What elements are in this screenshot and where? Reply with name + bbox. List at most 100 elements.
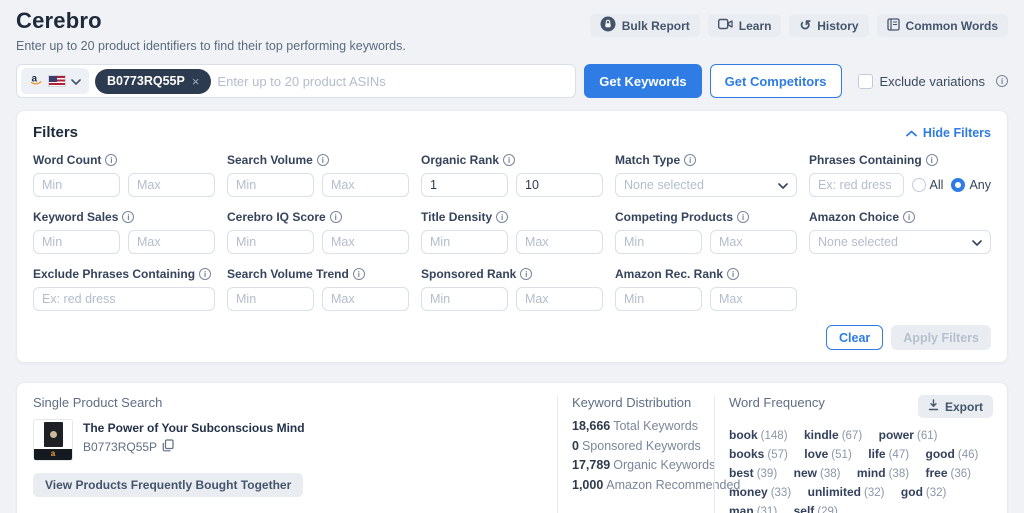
exclude-variations-control[interactable]: Exclude variations [858, 74, 1009, 89]
apply-filters-button[interactable]: Apply Filters [891, 325, 991, 350]
filter-match-type: Match Type None selected [615, 153, 797, 197]
sponsored-rank-min-input[interactable] [421, 287, 508, 311]
keyword-distribution-item: 1,000Amazon Recommended [572, 478, 712, 492]
organic-rank-max-input[interactable] [516, 173, 603, 197]
info-icon[interactable] [105, 154, 117, 166]
word-frequency-title: Word Frequency [729, 395, 825, 410]
match-type-dropdown[interactable]: None selected [615, 173, 797, 197]
view-fbt-button[interactable]: View Products Frequently Bought Together [33, 473, 303, 497]
info-icon[interactable] [317, 154, 329, 166]
info-icon[interactable] [503, 154, 515, 166]
copy-icon[interactable] [162, 439, 174, 455]
info-icon[interactable] [903, 211, 915, 223]
hide-filters-link[interactable]: Hide Filters [906, 126, 991, 140]
amazon-rec-max-input[interactable] [710, 287, 797, 311]
filter-grid: Word Count Search Volume Organic Rank [33, 153, 991, 311]
word-frequency-section: Word Frequency Export book148 kindle67 p… [714, 395, 1007, 513]
phrases-containing-radios: All Any [912, 178, 991, 192]
info-icon[interactable] [496, 211, 508, 223]
common-words-button[interactable]: Common Words [877, 14, 1008, 37]
word-frequency-item: new38 [794, 464, 841, 483]
keyword-distribution-item: 18,666Total Keywords [572, 419, 712, 433]
filter-title-density: Title Density [421, 210, 603, 254]
remove-asin-icon[interactable] [192, 75, 200, 88]
exclude-phrases-input[interactable] [33, 287, 215, 311]
bulk-report-button[interactable]: Bulk Report [590, 14, 700, 37]
competing-products-min-input[interactable] [615, 230, 702, 254]
word-count-max-input[interactable] [128, 173, 215, 197]
filter-exclude-phrases: Exclude Phrases Containing [33, 267, 215, 311]
info-icon[interactable] [926, 154, 938, 166]
get-keywords-button[interactable]: Get Keywords [584, 64, 701, 98]
filter-search-volume-trend: Search Volume Trend [227, 267, 409, 311]
word-frequency-item: book148 [729, 426, 788, 445]
chevron-down-icon [71, 72, 81, 90]
title-block: Cerebro Enter up to 20 product identifie… [16, 8, 406, 53]
info-icon[interactable] [330, 211, 342, 223]
product-title: The Power of Your Subconscious Mind [83, 421, 305, 435]
cerebro-page: Cerebro Enter up to 20 product identifie… [0, 0, 1024, 513]
history-icon: ↺ [799, 18, 811, 32]
svt-min-input[interactable] [227, 287, 314, 311]
search-volume-max-input[interactable] [322, 173, 409, 197]
exclude-variations-checkbox[interactable] [858, 74, 873, 89]
word-frequency-export-button[interactable]: Export [918, 395, 993, 418]
filter-phrases-containing: Phrases Containing All Any [809, 153, 991, 197]
product-thumbnail: a [33, 419, 73, 461]
history-button[interactable]: ↺ History [789, 14, 868, 37]
word-frequency-list: book148 kindle67 power61 books57 love51 … [729, 426, 993, 513]
info-icon[interactable] [996, 75, 1008, 87]
asin-tag[interactable]: B0773RQ55P [95, 69, 211, 94]
title-density-min-input[interactable] [421, 230, 508, 254]
keyword-distribution-title: Keyword Distribution [572, 395, 712, 410]
video-icon [718, 18, 733, 33]
filter-amazon-rec-rank: Amazon Rec. Rank [615, 267, 797, 311]
word-frequency-item: money33 [729, 483, 791, 502]
keyword-sales-max-input[interactable] [128, 230, 215, 254]
filters-panel: Filters Hide Filters Word Count Search V… [16, 110, 1008, 363]
organic-rank-min-input[interactable] [421, 173, 508, 197]
marketplace-selector[interactable]: a [21, 68, 89, 94]
single-product-search-section: Single Product Search a The Power of You… [17, 395, 557, 513]
get-competitors-button[interactable]: Get Competitors [710, 64, 842, 98]
word-frequency-item: mind38 [857, 464, 909, 483]
svt-max-input[interactable] [322, 287, 409, 311]
info-icon[interactable] [520, 268, 532, 280]
sponsored-rank-max-input[interactable] [516, 287, 603, 311]
header-actions: Bulk Report Learn ↺ History Common Words [590, 14, 1008, 37]
filter-sponsored-rank: Sponsored Rank [421, 267, 603, 311]
filter-keyword-sales: Keyword Sales [33, 210, 215, 254]
info-icon[interactable] [122, 211, 134, 223]
keyword-distribution-list: 18,666Total Keywords 0Sponsored Keywords… [572, 419, 712, 492]
cerebro-iq-min-input[interactable] [227, 230, 314, 254]
keyword-sales-min-input[interactable] [33, 230, 120, 254]
info-icon[interactable] [684, 154, 696, 166]
page-subtitle: Enter up to 20 product identifiers to fi… [16, 39, 406, 53]
title-density-max-input[interactable] [516, 230, 603, 254]
competing-products-max-input[interactable] [710, 230, 797, 254]
clear-button[interactable]: Clear [826, 325, 883, 350]
filters-title: Filters [33, 124, 78, 141]
product-row: a The Power of Your Subconscious Mind B0… [33, 419, 541, 461]
phrases-containing-input[interactable] [809, 173, 904, 197]
filters-footer: Clear Apply Filters [33, 325, 991, 350]
amazon-choice-dropdown[interactable]: None selected [809, 230, 991, 254]
info-icon[interactable] [727, 268, 739, 280]
cerebro-iq-max-input[interactable] [322, 230, 409, 254]
amazon-logo-icon: a [29, 72, 43, 91]
info-icon[interactable] [353, 268, 365, 280]
results-summary-card: Single Product Search a The Power of You… [16, 382, 1008, 513]
amazon-logo-icon: a [34, 449, 72, 460]
radio-any[interactable]: Any [951, 178, 991, 192]
chevron-down-icon [778, 176, 788, 194]
info-icon[interactable] [737, 211, 749, 223]
info-icon[interactable] [199, 268, 211, 280]
word-frequency-item: good46 [926, 445, 979, 464]
learn-button[interactable]: Learn [708, 14, 782, 37]
word-count-min-input[interactable] [33, 173, 120, 197]
amazon-rec-min-input[interactable] [615, 287, 702, 311]
search-volume-min-input[interactable] [227, 173, 314, 197]
asin-input[interactable] [217, 74, 569, 89]
word-frequency-item: kindle67 [804, 426, 862, 445]
radio-all[interactable]: All [912, 178, 944, 192]
